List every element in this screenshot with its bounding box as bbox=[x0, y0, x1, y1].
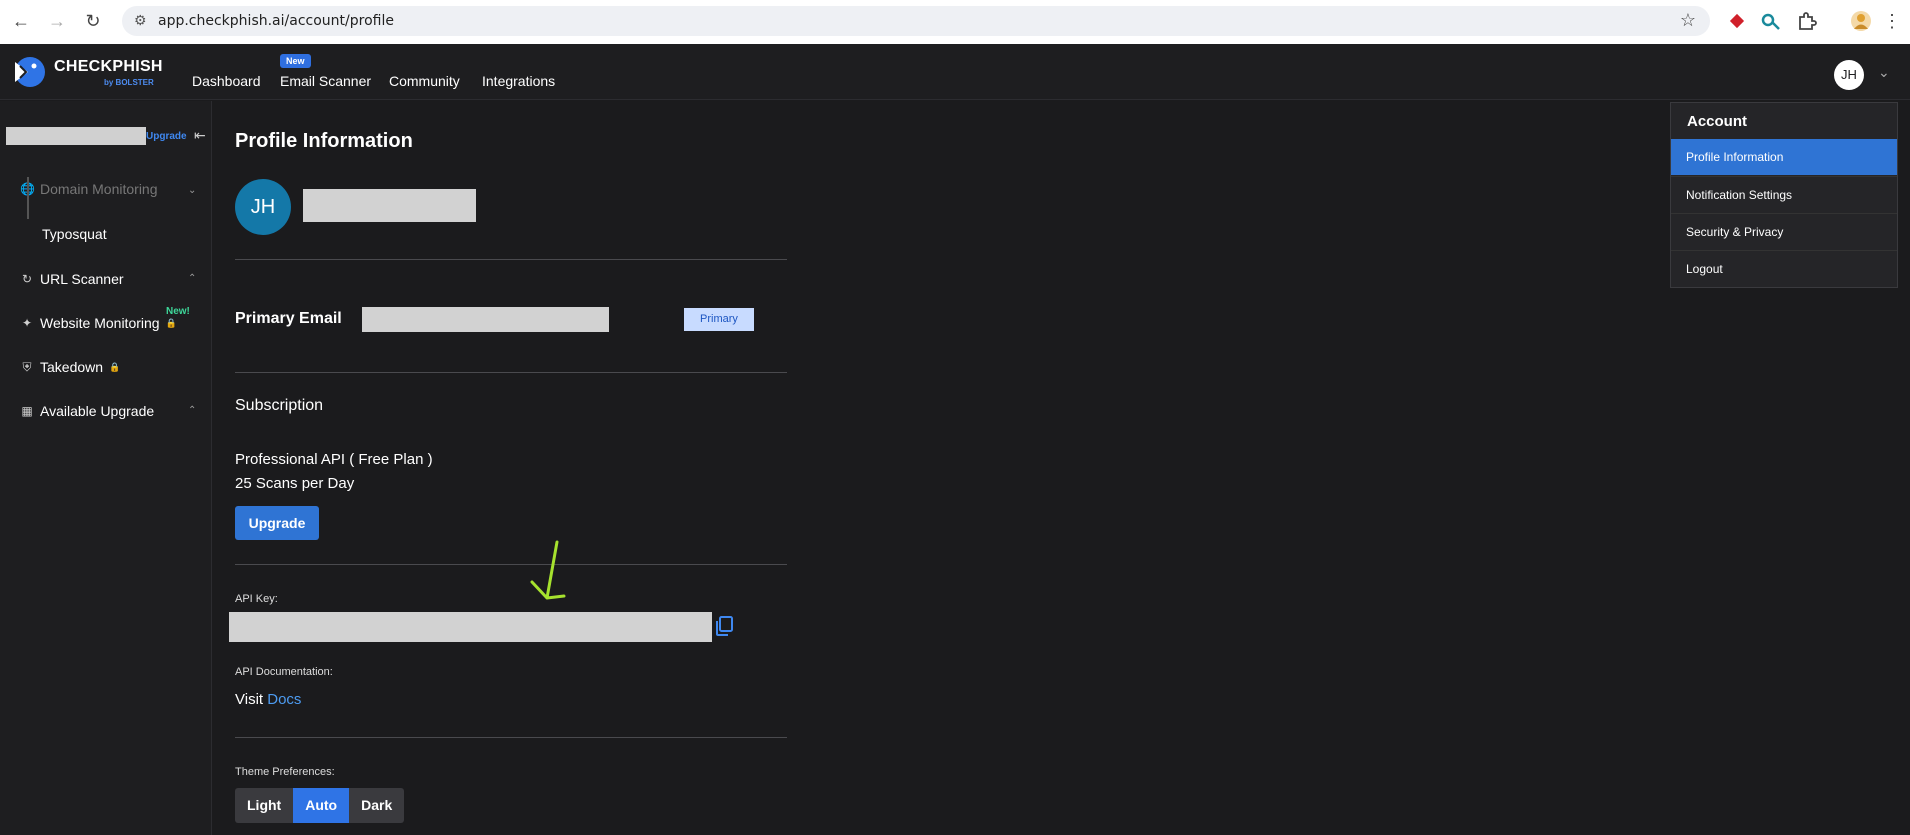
visit-text: Visit bbox=[235, 691, 264, 708]
sidebar-item-label: Available Upgrade bbox=[40, 403, 155, 419]
chevron-up-icon[interactable]: ⌃ bbox=[188, 273, 196, 284]
menu-item-security-privacy[interactable]: Security & Privacy bbox=[1671, 213, 1897, 249]
menu-item-notification-settings[interactable]: Notification Settings bbox=[1671, 176, 1897, 212]
extension-diamond-icon[interactable] bbox=[1726, 10, 1748, 32]
sidebar-item-website-monitoring[interactable]: ✦ Website Monitoring 🔒 bbox=[20, 315, 177, 331]
sidebar: Upgrade ⇤ 🌐 Domain Monitoring ⌄ Typosqua… bbox=[0, 101, 212, 835]
api-doc-label: API Documentation: bbox=[235, 666, 333, 678]
chevron-down-icon[interactable]: ⌄ bbox=[1878, 64, 1890, 81]
nav-integrations[interactable]: Integrations bbox=[482, 73, 555, 89]
divider bbox=[235, 737, 787, 738]
shield-icon: ⛨ bbox=[22, 359, 32, 374]
user-avatar[interactable]: JH bbox=[1834, 60, 1864, 90]
account-dropdown-menu: Account Profile Information Notification… bbox=[1670, 102, 1898, 288]
grid-icon: ▦ bbox=[21, 404, 33, 418]
forward-arrow-icon[interactable]: → bbox=[44, 8, 70, 34]
extension-key-icon[interactable] bbox=[1760, 10, 1782, 32]
submenu-line bbox=[27, 177, 29, 219]
visit-docs: Visit Docs bbox=[235, 691, 301, 708]
profile-picture-icon[interactable] bbox=[1850, 10, 1872, 32]
nav-dashboard[interactable]: Dashboard bbox=[192, 73, 261, 89]
sidebar-item-label: Takedown bbox=[40, 359, 104, 375]
chevron-up-icon[interactable]: ⌃ bbox=[188, 405, 196, 416]
new-badge: New bbox=[280, 54, 311, 68]
url-text: app.checkphish.ai/account/profile bbox=[158, 13, 394, 29]
checkphish-logo-icon bbox=[15, 57, 45, 87]
theme-label: Theme Preferences: bbox=[235, 766, 335, 778]
app-header: CHECKPHISH by BOLSTER Dashboard New Emai… bbox=[0, 44, 1910, 100]
site-settings-icon[interactable]: ⚙ bbox=[134, 12, 147, 29]
brand-subtitle: by BOLSTER bbox=[104, 78, 154, 87]
profile-avatar: JH bbox=[235, 179, 291, 235]
nav-email-scanner[interactable]: Email Scanner bbox=[280, 73, 371, 89]
back-arrow-icon[interactable]: ← bbox=[8, 8, 34, 34]
sidebar-item-takedown[interactable]: ⛨ Takedown 🔒 bbox=[20, 359, 120, 375]
browser-menu-icon[interactable]: ⋮ bbox=[1882, 8, 1902, 34]
star-icon[interactable]: ☆ bbox=[1680, 10, 1696, 31]
redacted-name bbox=[303, 189, 476, 222]
annotation-arrow-icon bbox=[530, 540, 566, 600]
theme-auto-button[interactable]: Auto bbox=[293, 788, 350, 823]
theme-dark-button[interactable]: Dark bbox=[349, 788, 405, 823]
divider bbox=[235, 259, 787, 260]
primary-badge: Primary bbox=[684, 308, 754, 331]
api-key-label: API Key: bbox=[235, 593, 278, 605]
theme-light-button[interactable]: Light bbox=[235, 788, 294, 823]
divider bbox=[235, 372, 787, 373]
sidebar-item-label: Website Monitoring bbox=[40, 315, 160, 331]
menu-item-profile-information[interactable]: Profile Information bbox=[1671, 139, 1897, 175]
subscription-title: Subscription bbox=[235, 397, 324, 414]
divider bbox=[235, 564, 787, 565]
reload-icon[interactable]: ↻ bbox=[80, 8, 106, 34]
browser-toolbar: ← → ↻ ⚙ app.checkphish.ai/account/profil… bbox=[0, 0, 1910, 44]
brand-name: CHECKPHISH bbox=[54, 58, 163, 75]
page-title: Profile Information bbox=[235, 130, 413, 152]
lock-icon: 🔒 bbox=[109, 361, 121, 372]
collapse-sidebar-icon[interactable]: ⇤ bbox=[194, 127, 206, 144]
copy-icon[interactable] bbox=[714, 615, 734, 637]
lock-icon: 🔒 bbox=[165, 317, 177, 328]
menu-item-logout[interactable]: Logout bbox=[1671, 250, 1897, 286]
sidebar-item-domain-monitoring[interactable]: 🌐 Domain Monitoring bbox=[20, 181, 158, 197]
plan-limit: 25 Scans per Day bbox=[235, 475, 355, 492]
sidebar-item-label: Domain Monitoring bbox=[40, 181, 158, 197]
docs-link[interactable]: Docs bbox=[267, 691, 301, 708]
sidebar-item-url-scanner[interactable]: ↻ URL Scanner bbox=[20, 271, 124, 287]
puzzle-icon[interactable] bbox=[1796, 10, 1818, 32]
sidebar-item-typosquat[interactable]: Typosquat bbox=[42, 226, 107, 242]
sidebar-item-available-upgrade[interactable]: ▦ Available Upgrade bbox=[20, 403, 154, 419]
redacted-api-key bbox=[229, 612, 712, 642]
sidebar-item-label: URL Scanner bbox=[40, 271, 124, 287]
upgrade-button[interactable]: Upgrade bbox=[235, 506, 319, 540]
sidebar-upgrade-link[interactable]: Upgrade bbox=[146, 131, 187, 142]
primary-email-label: Primary Email bbox=[235, 310, 342, 327]
dropdown-heading: Account bbox=[1687, 113, 1747, 130]
chevron-down-icon[interactable]: ⌄ bbox=[188, 185, 196, 196]
sparkle-icon: ✦ bbox=[21, 316, 33, 330]
redacted-username bbox=[6, 127, 146, 145]
theme-toggle-group: Light Auto Dark bbox=[235, 788, 405, 823]
redacted-email bbox=[362, 307, 609, 332]
refresh-circle-icon: ↻ bbox=[21, 272, 33, 286]
plan-name: Professional API ( Free Plan ) bbox=[235, 451, 433, 468]
nav-community[interactable]: Community bbox=[389, 73, 460, 89]
address-bar[interactable]: ⚙ app.checkphish.ai/account/profile ☆ bbox=[122, 6, 1710, 36]
